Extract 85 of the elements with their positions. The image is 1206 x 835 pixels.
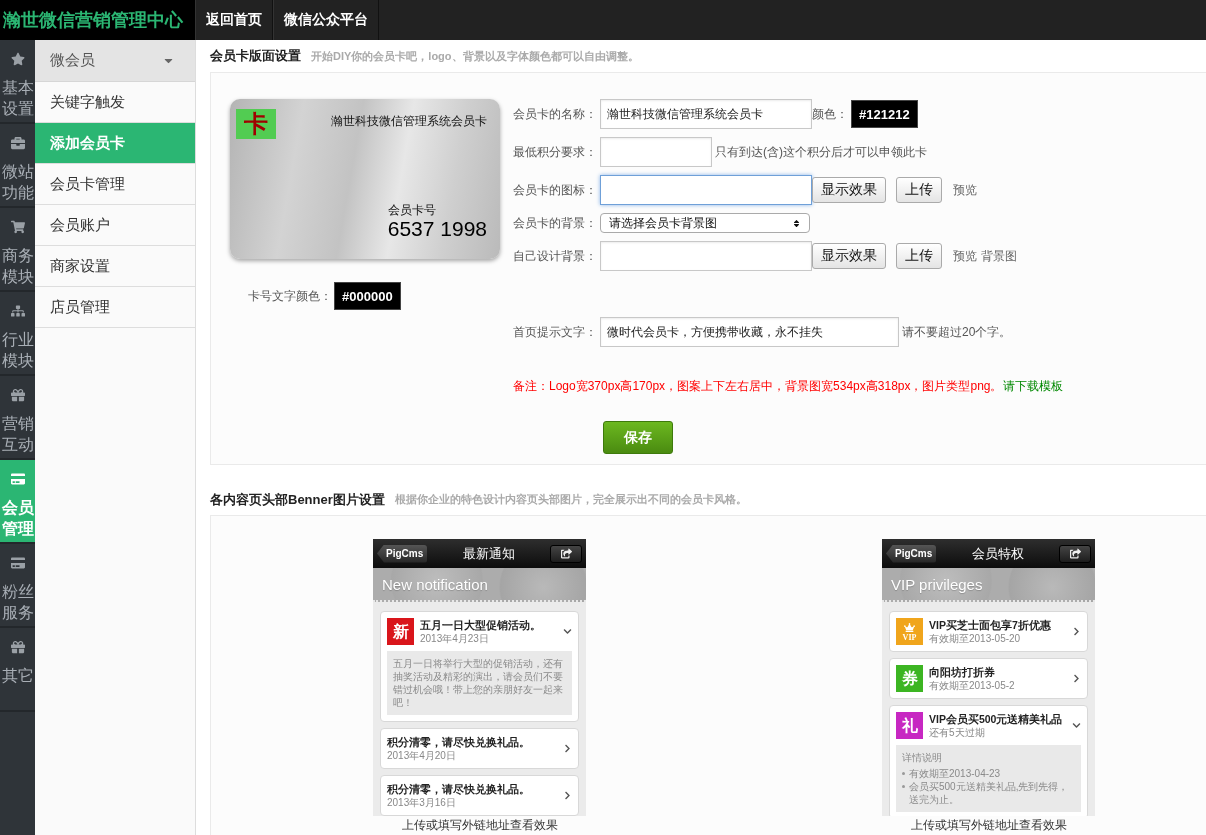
submenu-header[interactable]: 微会员: [35, 40, 195, 82]
badge-text: VIP: [902, 633, 917, 642]
notice-date: 2013年4月20日: [387, 749, 457, 762]
notice-date: 还有5天过期: [929, 726, 986, 739]
hierarchy-icon: [10, 304, 25, 318]
briefcase-icon: [10, 136, 25, 150]
cart-icon: [10, 220, 25, 234]
section-title: 会员卡版面设置: [210, 47, 301, 65]
gift-icon: [10, 640, 25, 654]
credit-card-icon: [10, 556, 25, 570]
star-icon: [10, 52, 25, 66]
show-effect-button[interactable]: 显示效果: [812, 177, 886, 203]
input-field[interactable]: [600, 137, 712, 167]
bullet-text: 会员买500元送精美礼品,先到先得，送完为止。: [909, 780, 1070, 806]
section-title: 各内容页头部Benner图片设置: [210, 490, 385, 509]
notice-date: 2013年4月23日: [420, 632, 490, 645]
input-field[interactable]: [600, 175, 812, 205]
logo-text: 瀚世微信营销管理中心: [0, 0, 195, 40]
submenu-item[interactable]: 店员管理: [35, 287, 195, 328]
text-link[interactable]: 背景图: [981, 247, 1017, 265]
form-label: 最低积分要求：: [513, 143, 598, 161]
card-logo: 卡: [236, 109, 276, 139]
upload-button[interactable]: 上传: [896, 243, 942, 269]
notice-title: VIP会员买500元送精美礼品: [929, 712, 1064, 726]
form-label: 会员卡的名称：: [513, 105, 598, 123]
caption-text: 上传或填写外链地址查看效果: [909, 818, 1068, 832]
notice-title: 积分清零，请尽快兑换礼品。: [387, 782, 531, 796]
background-select[interactable]: 请选择会员卡背景图: [600, 213, 810, 233]
gift-icon: [10, 388, 25, 402]
banner-title: VIP privileges: [891, 575, 983, 593]
form-label: 颜色：: [812, 105, 848, 123]
hint-text: 只有到达(含)这个积分后才可以申领此卡: [715, 143, 927, 161]
input-field[interactable]: 微时代会员卡，方便携带收藏，永不挂失: [600, 317, 899, 347]
input-field[interactable]: 瀚世科技微信管理系统会员卡: [600, 99, 812, 129]
input-field[interactable]: [600, 241, 812, 271]
hint-text: 请不要超过20个字。: [902, 323, 1012, 341]
bullet-text: 有效期至2013-04-23: [909, 767, 1001, 780]
share-icon: [560, 548, 572, 559]
banner-title: New notification: [382, 575, 488, 593]
text-link[interactable]: 预览: [953, 181, 977, 199]
submenu-item[interactable]: 会员卡管理: [35, 164, 195, 205]
notice-title: 积分清零，请尽快兑换礼品。: [387, 735, 531, 749]
bullet-icon: [902, 772, 905, 775]
section-description: 开始DIY你的会员卡吧，logo、背景以及字体颜色都可以自由调整。: [311, 48, 639, 64]
notice-title: 五月一日大型促销活动。: [420, 618, 542, 632]
caption-text: 上传或填写外链地址查看效果: [400, 818, 559, 832]
color-picker-field[interactable]: #121212: [851, 100, 918, 128]
badge-text: 券: [901, 670, 918, 687]
color-picker-field[interactable]: #000000: [334, 282, 401, 310]
text-link[interactable]: 预览: [953, 247, 977, 265]
form-label: 会员卡的图标：: [513, 181, 598, 199]
badge-text: 新: [392, 623, 409, 640]
nav-link[interactable]: 微信公众平台: [273, 0, 379, 40]
back-button[interactable]: PigCms: [886, 544, 937, 563]
nav-link[interactable]: 返回首页: [195, 0, 273, 40]
card-number: 6537 1998: [387, 217, 487, 241]
badge-text: 礼: [901, 717, 918, 734]
bullet-icon: [902, 785, 905, 788]
notice-date: 有效期至2013-05-2: [929, 679, 1016, 692]
submenu-item[interactable]: 会员账户: [35, 205, 195, 246]
form-label: 会员卡的背景：: [513, 214, 598, 232]
form-label: 自己设计背景：: [513, 247, 598, 265]
notice-title: 向阳坊打折券: [929, 665, 996, 679]
submenu-item[interactable]: 商家设置: [35, 246, 195, 287]
notice-date: 2013年3月16日: [387, 796, 457, 809]
show-effect-button[interactable]: 显示效果: [812, 243, 886, 269]
notice-title: VIP买芝士面包享7折优惠: [929, 618, 1052, 632]
form-label: 卡号文字颜色：: [248, 287, 332, 305]
back-button[interactable]: PigCms: [377, 544, 428, 563]
credit-card-icon: [10, 472, 25, 486]
share-button[interactable]: [550, 544, 582, 563]
share-icon: [1069, 548, 1081, 559]
notice-date: 有效期至2013-05-20: [929, 632, 1022, 645]
app-title: 会员特权: [970, 544, 1025, 563]
upload-button[interactable]: 上传: [896, 177, 942, 203]
form-label: 首页提示文字：: [513, 323, 598, 341]
section-description: 根据你企业的特色设计内容页头部图片，完全展示出不同的会员卡风格。: [394, 492, 747, 507]
download-template-link[interactable]: 请下载模板: [1002, 379, 1063, 393]
card-name: 瀚世科技微信管理系统会员卡: [331, 113, 487, 130]
up-down-arrows-icon: [792, 218, 801, 228]
share-button[interactable]: [1059, 544, 1091, 563]
detail-heading: 详情说明: [902, 751, 943, 764]
card-number-label: 会员卡号: [387, 203, 437, 217]
app-title: 最新通知: [461, 544, 516, 563]
note-text: 备注：Logo宽370px高170px，图案上下左右居中，背景图宽534px高318px，图片类型png。请下载模板: [513, 378, 1064, 395]
